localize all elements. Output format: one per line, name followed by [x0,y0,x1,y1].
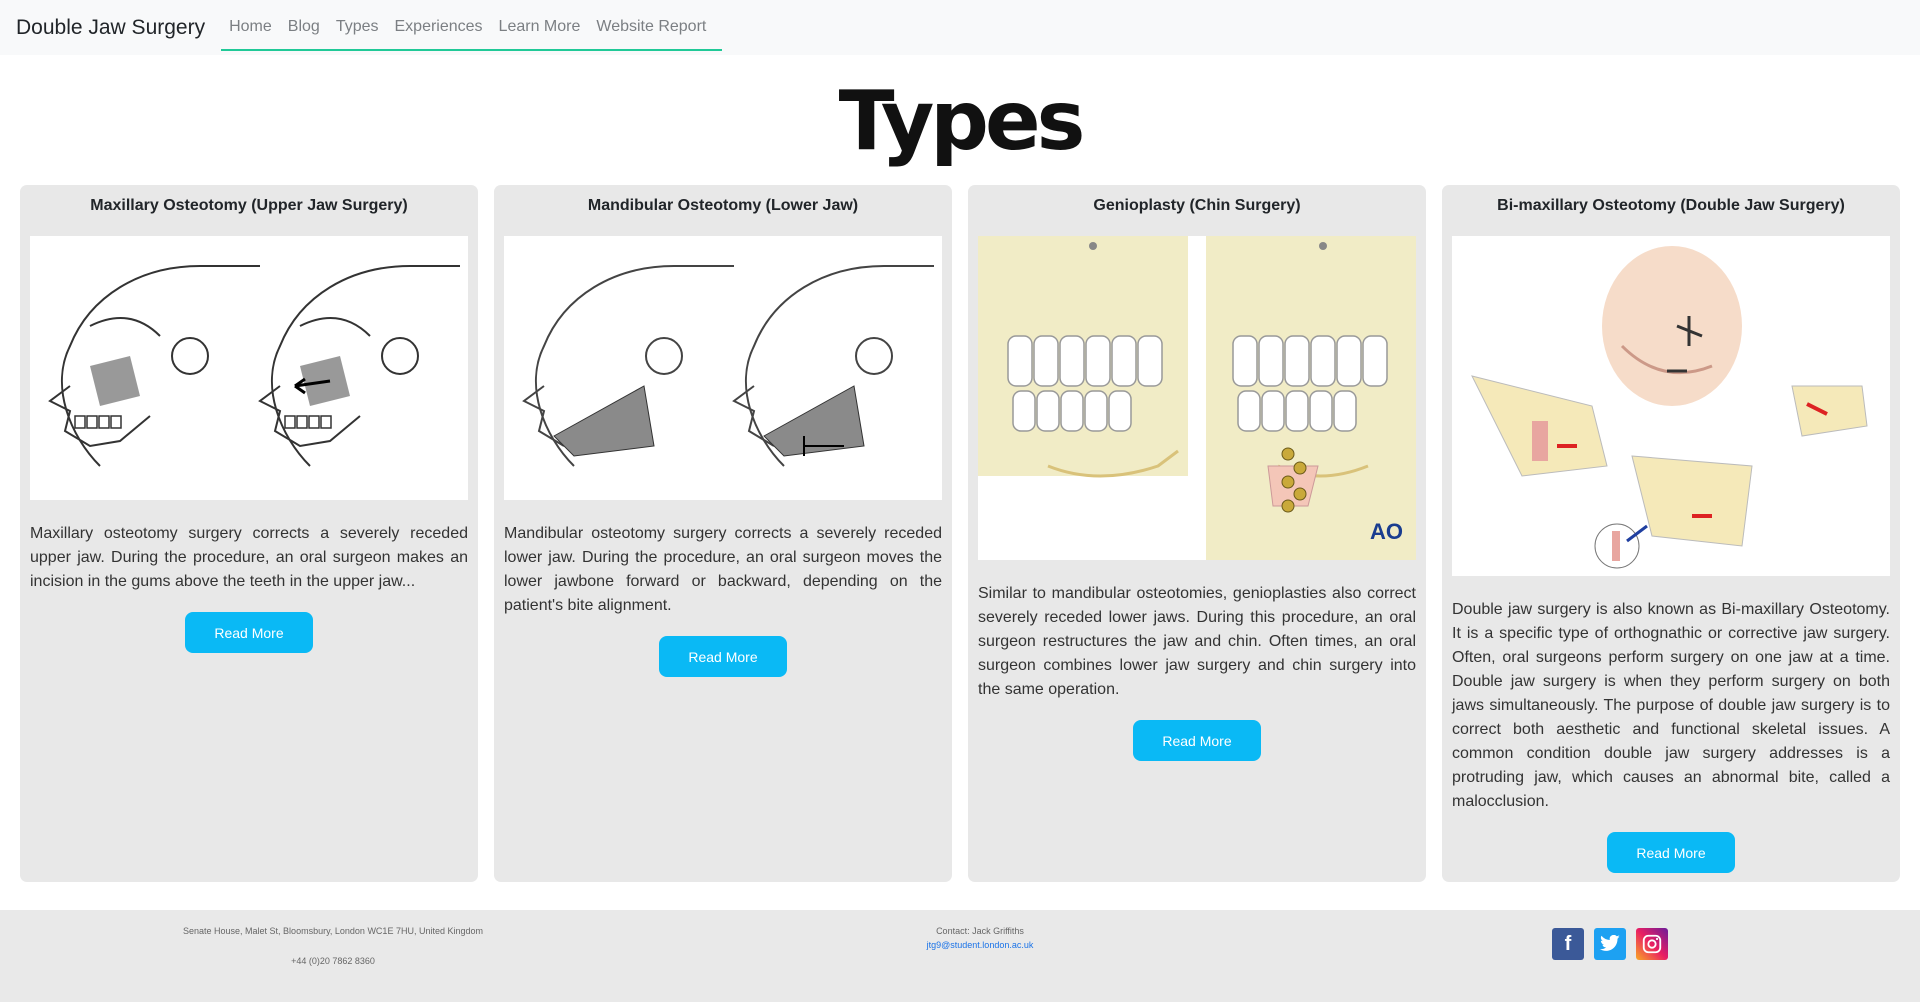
read-more-button[interactable]: Read More [1133,720,1261,761]
page-title: Types [838,74,1086,169]
footer: Senate House, Malet St, Bloomsbury, Lond… [0,910,1920,1002]
nav-experiences[interactable]: Experiences [395,18,483,36]
nav-learn-more[interactable]: Learn More [499,18,581,36]
card-text: Maxillary osteotomy surgery corrects a s… [30,525,468,590]
card-genioplasty: Genioplasty (Chin Surgery) AO Similar to… [968,185,1426,882]
navbar: Double Jaw Surgery Home Blog Types Exper… [0,0,1920,55]
card-maxillary: Maxillary Osteotomy (Upper Jaw Surgery) [20,185,478,882]
card-mandibular: Mandibular Osteotomy (Lower Jaw) Mandibu… [494,185,952,882]
upper-jaw-surgery-illustration [30,236,468,500]
hero: Types [0,55,1920,185]
card-title: Mandibular Osteotomy (Lower Jaw) [587,197,859,214]
lower-jaw-surgery-illustration [504,236,942,500]
brand-link[interactable]: Double Jaw Surgery [16,16,205,40]
footer-phone: +44 (0)20 7862 8360 [291,956,375,966]
twitter-icon[interactable] [1594,928,1626,960]
read-more-button[interactable]: Read More [1607,832,1735,873]
social-links: f [1552,928,1668,960]
card-title: Bi-maxillary Osteotomy (Double Jaw Surge… [1497,197,1845,214]
nav-links: Home Blog Types Experiences Learn More W… [221,4,723,51]
card-title: Maxillary Osteotomy (Upper Jaw Surgery) [90,197,408,214]
chin-surgery-illustration: AO [978,236,1416,560]
instagram-icon[interactable] [1636,928,1668,960]
footer-contact: Contact: Jack Griffiths [936,926,1024,936]
read-more-button[interactable]: Read More [185,612,313,653]
double-jaw-surgery-illustration [1452,236,1890,576]
footer-email-link[interactable]: jtg9@student.london.ac.uk [880,940,1080,950]
card-text: Double jaw surgery is also known as Bi-m… [1452,601,1890,810]
footer-address-block: Senate House, Malet St, Bloomsbury, Lond… [168,926,498,966]
card-title: Genioplasty (Chin Surgery) [1093,197,1301,214]
footer-address: Senate House, Malet St, Bloomsbury, Lond… [183,926,483,936]
nav-home[interactable]: Home [229,18,272,36]
card-text: Mandibular osteotomy surgery corrects a … [504,525,942,614]
nav-website-report[interactable]: Website Report [596,18,706,36]
card-bimaxillary: Bi-maxillary Osteotomy (Double Jaw Surge… [1442,185,1900,882]
nav-types[interactable]: Types [336,18,379,36]
card-grid: Maxillary Osteotomy (Upper Jaw Surgery) [0,185,1920,882]
facebook-icon[interactable]: f [1552,928,1584,960]
ao-logo: AO [1370,519,1403,544]
footer-contact-block: Contact: Jack Griffiths jtg9@student.lon… [880,926,1080,950]
card-text: Similar to mandibular osteotomies, genio… [978,585,1416,698]
nav-blog[interactable]: Blog [288,18,320,36]
read-more-button[interactable]: Read More [659,636,787,677]
